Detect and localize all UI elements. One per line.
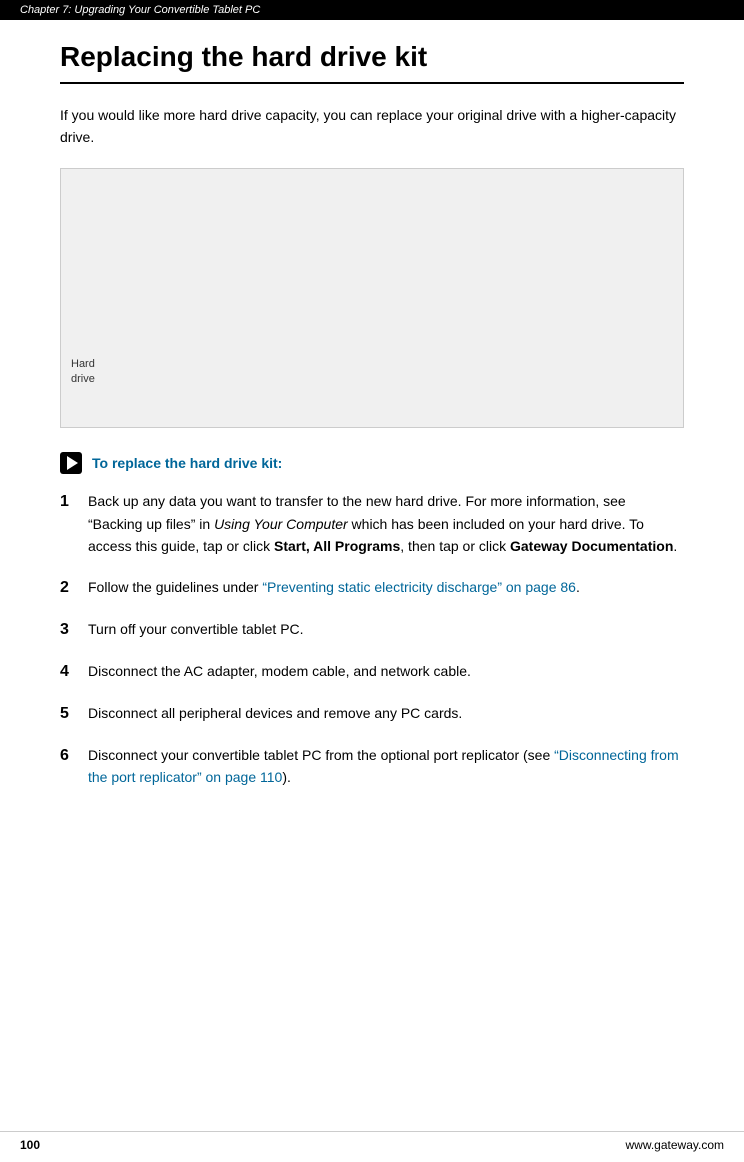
italic-text: Using Your Computer — [214, 516, 348, 532]
procedure-header: To replace the hard drive kit: — [60, 452, 684, 474]
procedure-title: To replace the hard drive kit: — [92, 455, 282, 471]
intro-text: If you would like more hard drive capaci… — [60, 104, 684, 149]
page-footer: 100 www.gateway.com — [0, 1131, 744, 1152]
step-number-5: 5 — [60, 702, 88, 726]
link-port-replicator[interactable]: “Disconnecting from the port replicator”… — [88, 747, 679, 785]
steps-list: 1 Back up any data you want to transfer … — [60, 490, 684, 788]
step-number-2: 2 — [60, 576, 88, 600]
footer-url: www.gateway.com — [626, 1138, 724, 1152]
content-area: Replacing the hard drive kit If you woul… — [0, 20, 744, 826]
bold-gateway-doc: Gateway Documentation — [510, 538, 673, 554]
step-item-5: 5 Disconnect all peripheral devices and … — [60, 702, 684, 726]
step-text-5: Disconnect all peripheral devices and re… — [88, 702, 684, 724]
step-item-4: 4 Disconnect the AC adapter, modem cable… — [60, 660, 684, 684]
page-container: Chapter 7: Upgrading Your Convertible Ta… — [0, 0, 744, 1162]
hard-drive-image: Hard drive — [60, 168, 684, 428]
bold-start-programs: Start, All Programs — [274, 538, 400, 554]
image-label: Hard drive — [71, 357, 95, 388]
step-item-1: 1 Back up any data you want to transfer … — [60, 490, 684, 557]
step-number-3: 3 — [60, 618, 88, 642]
play-icon — [60, 452, 82, 474]
step-text-2: Follow the guidelines under “Preventing … — [88, 576, 684, 598]
footer-page-number: 100 — [20, 1138, 40, 1152]
step-text-6: Disconnect your convertible tablet PC fr… — [88, 744, 684, 789]
step-text-1: Back up any data you want to transfer to… — [88, 490, 684, 557]
link-static[interactable]: “Preventing static electricity discharge… — [262, 579, 576, 595]
step-number-6: 6 — [60, 744, 88, 768]
step-item-6: 6 Disconnect your convertible tablet PC … — [60, 744, 684, 789]
step-item-3: 3 Turn off your convertible tablet PC. — [60, 618, 684, 642]
step-number-4: 4 — [60, 660, 88, 684]
chapter-header-text: Chapter 7: Upgrading Your Convertible Ta… — [20, 4, 260, 16]
chapter-header: Chapter 7: Upgrading Your Convertible Ta… — [0, 0, 744, 20]
step-text-4: Disconnect the AC adapter, modem cable, … — [88, 660, 684, 682]
step-item-2: 2 Follow the guidelines under “Preventin… — [60, 576, 684, 600]
page-title: Replacing the hard drive kit — [60, 40, 684, 84]
step-number-1: 1 — [60, 490, 88, 514]
step-text-3: Turn off your convertible tablet PC. — [88, 618, 684, 640]
